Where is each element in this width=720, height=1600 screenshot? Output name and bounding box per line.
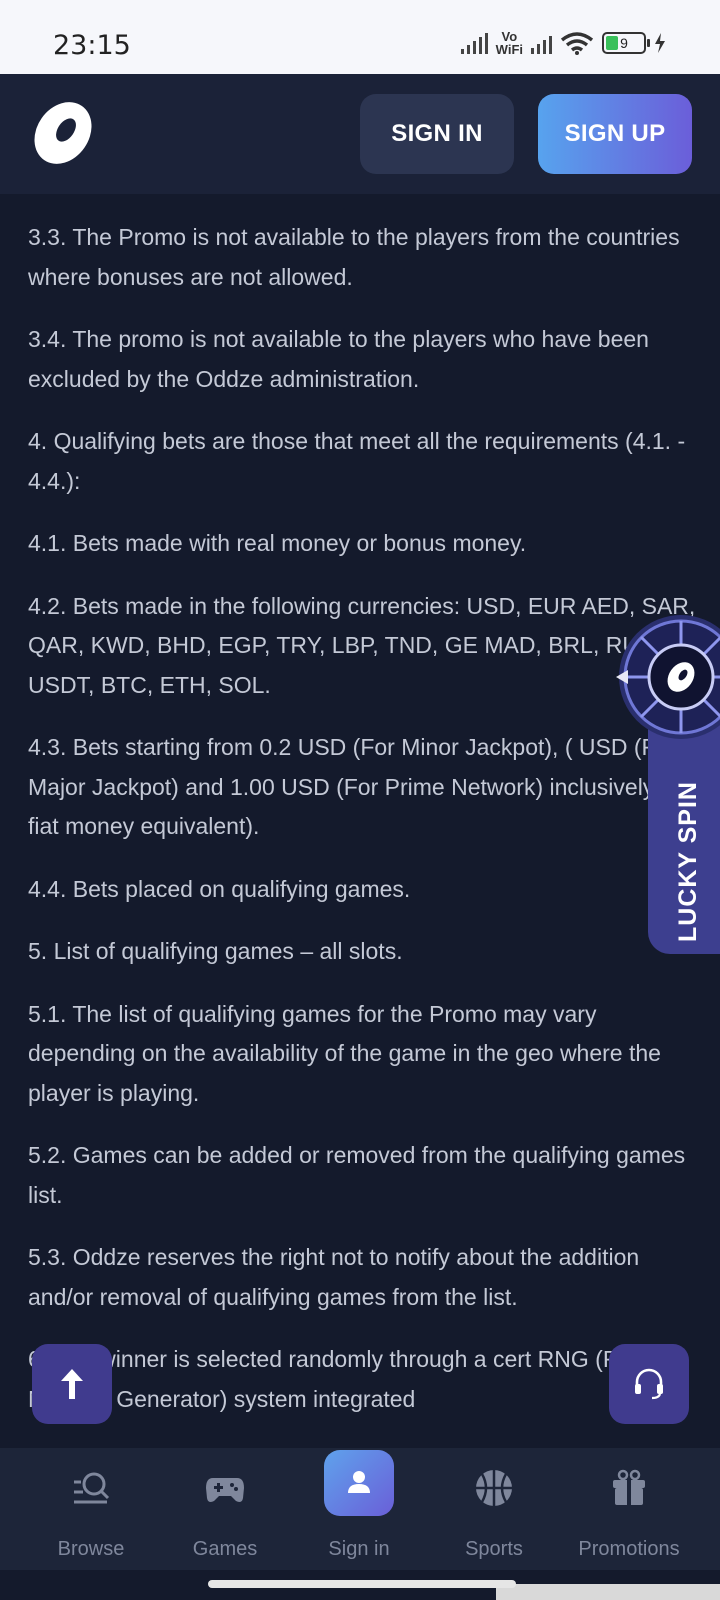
status-icons: Vo WiFi 9	[460, 30, 666, 56]
signal-icon-2	[531, 32, 552, 54]
lucky-spin-label: LUCKY SPIN	[674, 781, 702, 942]
terms-paragraph: 5.3. Oddze reserves the right not to not…	[28, 1244, 640, 1310]
terms-paragraph: 3.3. The Promo is not available to the p…	[28, 224, 680, 290]
support-button[interactable]	[609, 1344, 689, 1424]
nav-item-sports[interactable]: Sports	[429, 1448, 559, 1570]
status-bar: 23:15 Vo WiFi 9	[0, 0, 720, 74]
sign-in-button[interactable]: SIGN IN	[360, 94, 514, 174]
oddze-logo[interactable]	[26, 96, 100, 170]
home-indicator[interactable]	[208, 1580, 516, 1588]
terms-paragraph: 4. Qualifying bets are those that meet a…	[28, 428, 686, 494]
bottom-nav: Browse Games Sign in Sports Promotions	[0, 1448, 720, 1570]
sign-up-button[interactable]: SIGN UP	[538, 94, 692, 174]
wifi-icon	[560, 32, 594, 55]
lucky-spin-widget[interactable]: LUCKY SPIN	[616, 612, 720, 954]
user-icon	[348, 1471, 370, 1493]
arrow-up-icon	[61, 1369, 83, 1399]
headset-icon	[635, 1368, 663, 1400]
vowifi-icon: Vo WiFi	[496, 30, 523, 56]
signal-icon	[460, 32, 488, 54]
terms-paragraph: 4.4. Bets placed on qualifying games.	[28, 875, 411, 902]
terms-paragraph: 4.3. Bets starting from 0.2 USD (For Min…	[28, 734, 689, 839]
nav-label-browse: Browse	[57, 1538, 125, 1560]
terms-content: 3.3. The Promo is not available to the p…	[28, 218, 698, 1448]
battery-level: 9	[620, 35, 628, 51]
search-icon	[74, 1472, 110, 1504]
gift-icon	[613, 1469, 645, 1505]
site-header: SIGN IN SIGN UP	[0, 74, 720, 194]
terms-paragraph: 3.4. The promo is not available to the p…	[28, 326, 649, 392]
terms-paragraph: 5. List of qualifying games – all slots.	[28, 938, 403, 964]
lucky-wheel-icon[interactable]	[616, 612, 720, 742]
nav-item-browse[interactable]: Browse	[26, 1448, 156, 1570]
nav-item-promotions[interactable]: Promotions	[564, 1448, 694, 1570]
nav-label-games: Games	[192, 1538, 258, 1560]
nav-item-sign-in[interactable]: Sign in	[294, 1448, 424, 1570]
gamepad-icon	[206, 1478, 244, 1502]
nav-label-sign-in: Sign in	[328, 1538, 390, 1560]
terms-paragraph: 4.1. Bets made with real money or bonus …	[28, 530, 527, 556]
nav-label-promotions: Promotions	[578, 1538, 680, 1560]
battery-icon: 9	[602, 32, 650, 54]
basketball-icon	[476, 1470, 512, 1506]
nav-label-sports: Sports	[465, 1538, 523, 1560]
terms-paragraph: 4.2. Bets made in the following currenci…	[28, 592, 696, 698]
vowifi-line2: WiFi	[495, 42, 523, 57]
scroll-top-button[interactable]	[32, 1344, 112, 1424]
charging-icon	[655, 33, 665, 53]
status-time: 23:15	[53, 30, 131, 61]
nav-item-games[interactable]: Games	[160, 1448, 290, 1570]
gesture-area-edge	[496, 1584, 720, 1600]
terms-paragraph: 5.2. Games can be added or removed from …	[28, 1142, 686, 1208]
terms-paragraph: 6. The winner is selected randomly throu…	[28, 1346, 690, 1412]
terms-paragraph: 5.1. The list of qualifying games for th…	[28, 1000, 661, 1106]
